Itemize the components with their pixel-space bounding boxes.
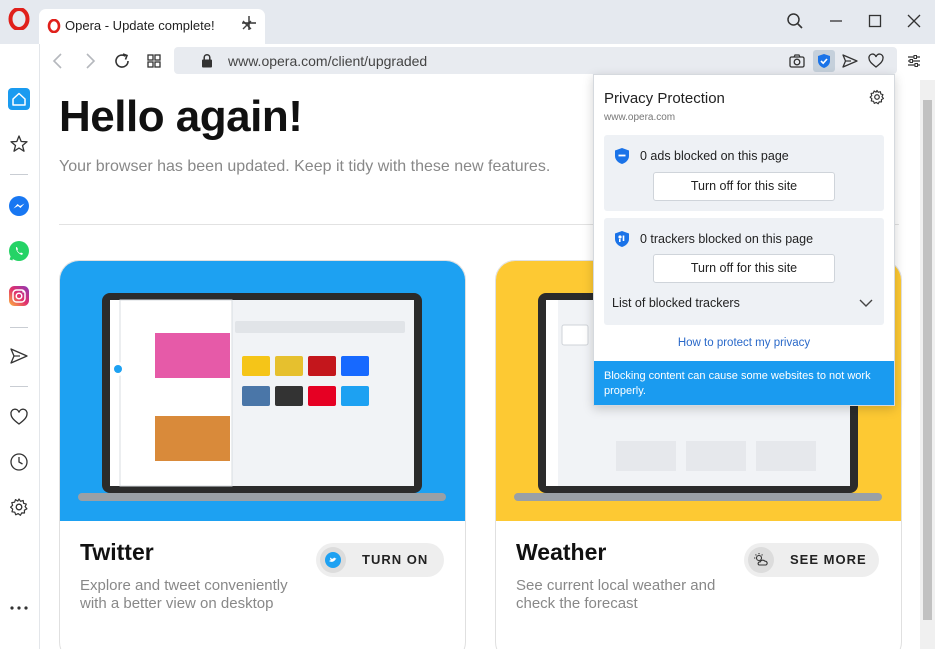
snapshot-camera-icon[interactable] — [788, 52, 806, 70]
url-text[interactable]: www.opera.com/client/upgraded — [228, 53, 427, 69]
tracker-blocker-section: 0 trackers blocked on this page Turn off… — [604, 218, 884, 325]
sidebar-history-clock-icon[interactable] — [8, 451, 30, 473]
twitter-feature-card: Twitter Explore and tweet conveniently w… — [59, 260, 466, 649]
laptop-illustration — [78, 293, 446, 501]
see-more-button[interactable]: SEE MORE — [744, 543, 879, 577]
twitter-card-description: Explore and tweet conveniently with a be… — [80, 577, 288, 612]
tab-active[interactable]: Opera - Update complete! — [39, 9, 265, 44]
sidebar-more-icon[interactable] — [8, 597, 30, 619]
twitter-hero-image — [60, 261, 465, 521]
maximize-icon[interactable] — [865, 11, 885, 31]
twitter-bird-icon — [320, 547, 346, 573]
sidebar-settings-gear-icon[interactable] — [8, 496, 30, 518]
how-to-protect-privacy-link[interactable]: How to protect my privacy — [594, 337, 894, 349]
scrollbar-thumb[interactable] — [923, 100, 932, 620]
page-heading: Hello again! — [59, 92, 303, 141]
sidebar-flow-icon[interactable] — [8, 345, 30, 367]
weather-sun-cloud-icon — [748, 547, 774, 573]
sidebar-whatsapp-icon[interactable] — [8, 240, 30, 262]
reload-icon[interactable] — [111, 50, 133, 72]
search-tabs-icon[interactable] — [785, 11, 805, 31]
tab-title: Opera - Update complete! — [65, 18, 215, 33]
sidebar — [0, 44, 40, 649]
shield-check-icon — [818, 54, 830, 68]
turn-off-ad-blocker-button[interactable]: Turn off for this site — [653, 172, 835, 201]
ad-block-shield-icon — [615, 148, 629, 164]
ads-blocker-section: 0 ads blocked on this page Turn off for … — [604, 135, 884, 211]
speed-dial-grid-icon[interactable] — [143, 50, 165, 72]
back-icon[interactable] — [47, 50, 69, 72]
new-tab-plus-icon[interactable] — [240, 14, 258, 32]
page-subtitle: Your browser has been updated. Keep it t… — [59, 158, 551, 175]
trackers-blocked-count: 0 trackers blocked on this page — [640, 232, 814, 246]
blocking-warning-banner: Blocking content can cause some websites… — [594, 361, 894, 405]
title-bar: Opera - Update complete! — [0, 0, 935, 44]
sidebar-messenger-icon[interactable] — [8, 195, 30, 217]
weather-card-title: Weather — [516, 539, 607, 565]
sidebar-home-icon[interactable] — [8, 88, 30, 110]
blocking-warning-text: Blocking content can cause some websites… — [604, 370, 871, 397]
sidebar-instagram-icon[interactable] — [8, 285, 30, 307]
privacy-protection-popup: Privacy Protection www.opera.com 0 ads b… — [593, 74, 895, 406]
sidebar-separator — [10, 174, 28, 175]
forward-icon[interactable] — [79, 50, 101, 72]
turn-off-tracker-blocker-button[interactable]: Turn off for this site — [653, 254, 835, 283]
sidebar-separator — [10, 386, 28, 387]
ads-blocked-count: 0 ads blocked on this page — [640, 149, 789, 163]
sidebar-speed-dial-star-icon[interactable] — [8, 133, 30, 155]
twitter-card-title: Twitter — [80, 539, 154, 565]
popup-title: Privacy Protection — [604, 90, 725, 107]
minimize-icon[interactable] — [826, 11, 846, 31]
see-more-label: SEE MORE — [790, 552, 867, 567]
address-bar[interactable]: www.opera.com/client/upgraded — [174, 47, 897, 74]
send-flow-icon[interactable] — [841, 52, 859, 70]
popup-settings-gear-icon[interactable] — [868, 88, 886, 106]
easy-setup-sliders-icon[interactable] — [905, 52, 923, 70]
blocked-trackers-list-toggle[interactable]: List of blocked trackers — [612, 296, 740, 310]
opera-menu-icon[interactable] — [8, 8, 30, 30]
opera-favicon-icon — [47, 19, 61, 33]
weather-card-description: See current local weather and check the … — [516, 577, 716, 612]
bookmark-heart-icon[interactable] — [867, 52, 885, 70]
turn-on-button[interactable]: TURN ON — [316, 543, 444, 577]
sidebar-bookmarks-heart-icon[interactable] — [8, 406, 30, 428]
popup-site-domain: www.opera.com — [604, 112, 676, 123]
sidebar-separator — [10, 327, 28, 328]
privacy-protection-toggle[interactable] — [813, 50, 835, 72]
page-scrollbar[interactable] — [920, 80, 935, 649]
lock-icon[interactable] — [200, 53, 214, 68]
turn-on-label: TURN ON — [362, 552, 429, 567]
chevron-down-icon[interactable] — [858, 297, 874, 309]
close-window-icon[interactable] — [904, 11, 924, 31]
tracker-block-shield-icon — [615, 231, 629, 247]
